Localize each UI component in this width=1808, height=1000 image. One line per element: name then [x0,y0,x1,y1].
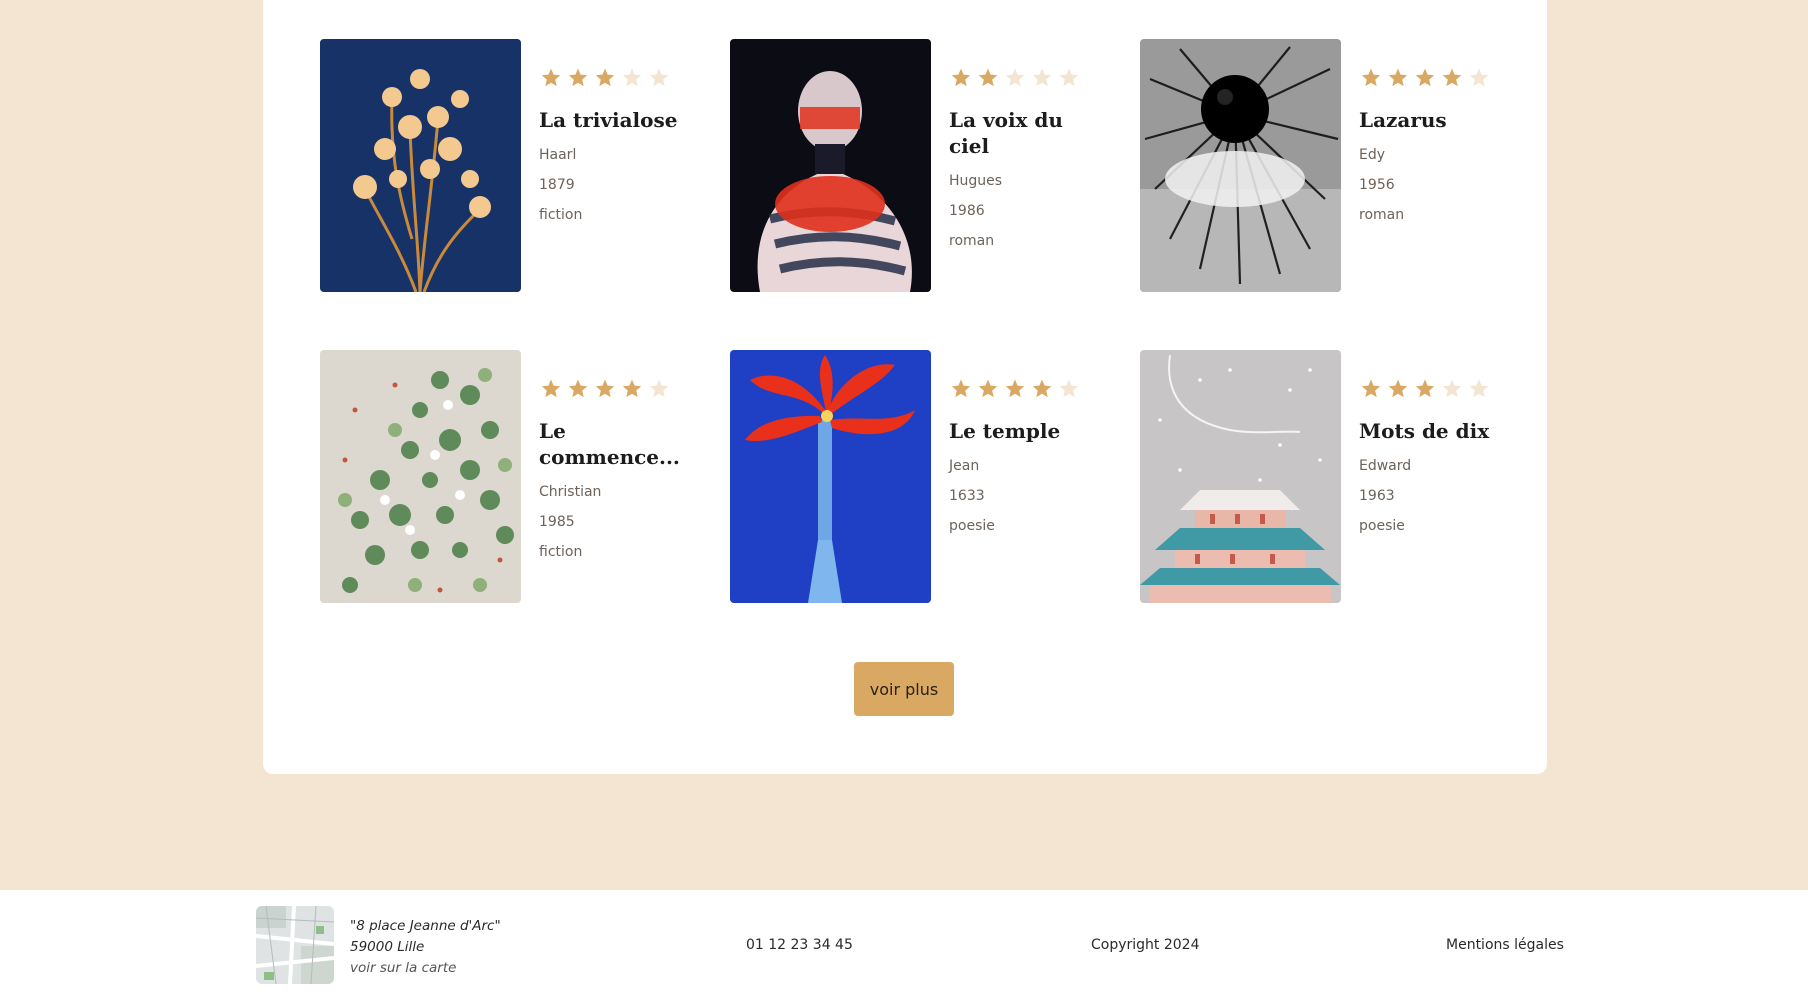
book-title[interactable]: La trivialose [539,107,689,133]
star-filled-icon [978,379,998,398]
book-year: 1985 [539,514,575,530]
book-year: 1986 [949,203,985,219]
book-genre: roman [1359,207,1405,223]
book-card[interactable]: La trivialose Haarl 1879 fiction [320,39,730,292]
book-cover-image[interactable] [1140,350,1341,603]
book-cover-image[interactable] [730,350,931,603]
book-author: Haarl [539,147,577,163]
book-author: Edward [1359,458,1412,474]
star-filled-icon [1005,379,1025,398]
star-filled-icon [541,68,561,87]
star-filled-icon [622,379,642,398]
star-filled-icon [541,379,561,398]
star-filled-icon [951,68,971,87]
book-author: Christian [539,484,602,500]
book-year: 1963 [1359,488,1395,504]
star-filled-icon [951,379,971,398]
book-author: Hugues [949,173,1003,189]
book-title[interactable]: La voix du ciel [949,107,1099,159]
rating-stars [539,66,689,90]
star-empty-icon [1059,379,1079,398]
book-genre: poesie [949,518,995,534]
footer: "8 place Jeanne d'Arc" 59000 Lille voir … [0,890,1808,1000]
book-title[interactable]: Le commence... [539,418,689,470]
book-title[interactable]: Le temple [949,418,1099,444]
star-empty-icon [1469,379,1489,398]
star-empty-icon [649,68,669,87]
book-cover-image[interactable] [320,39,521,292]
book-info: Le commence... Christian 1985 fiction [539,350,689,560]
book-card[interactable]: Le temple Jean 1633 poesie [730,350,1140,603]
star-empty-icon [1005,68,1025,87]
book-cover-image[interactable] [730,39,931,292]
map-link[interactable]: voir sur la carte [350,958,501,979]
rating-stars [1359,66,1509,90]
book-cover-image[interactable] [320,350,521,603]
book-genre: poesie [1359,518,1405,534]
book-grid: La trivialose Haarl 1879 fiction La voix… [320,39,1550,603]
star-filled-icon [595,379,615,398]
book-info: La trivialose Haarl 1879 fiction [539,39,689,223]
address-street: "8 place Jeanne d'Arc" [350,918,501,934]
book-info: Mots de dix Edward 1963 poesie [1359,350,1509,534]
star-empty-icon [1442,379,1462,398]
book-year: 1879 [539,177,575,193]
book-author: Jean [949,458,980,474]
rating-stars [539,377,689,401]
copyright-text: Copyright 2024 [1091,937,1200,953]
book-genre: fiction [539,207,583,223]
star-filled-icon [1032,379,1052,398]
load-more-button[interactable]: voir plus [854,662,954,716]
book-title[interactable]: Mots de dix [1359,418,1509,444]
book-genre: roman [949,233,995,249]
book-card[interactable]: Mots de dix Edward 1963 poesie [1140,350,1550,603]
rating-stars [949,66,1099,90]
book-cover-image[interactable] [1140,39,1341,292]
book-info: La voix du ciel Hugues 1986 roman [949,39,1099,249]
book-author: Edy [1359,147,1386,163]
book-genre: fiction [539,544,583,560]
rating-stars [949,377,1099,401]
book-year: 1956 [1359,177,1395,193]
star-filled-icon [568,68,588,87]
star-empty-icon [1059,68,1079,87]
star-empty-icon [1469,68,1489,87]
map-thumbnail[interactable] [256,906,334,984]
book-year: 1633 [949,488,985,504]
star-filled-icon [1388,68,1408,87]
book-title[interactable]: Lazarus [1359,107,1509,133]
address-city: 59000 Lille [350,939,425,955]
star-filled-icon [568,379,588,398]
book-info: Lazarus Edy 1956 roman [1359,39,1509,223]
address-block: "8 place Jeanne d'Arc" 59000 Lille voir … [350,916,501,979]
star-filled-icon [1442,68,1462,87]
star-filled-icon [595,68,615,87]
star-empty-icon [622,68,642,87]
star-filled-icon [1415,68,1435,87]
star-filled-icon [978,68,998,87]
rating-stars [1359,377,1509,401]
star-empty-icon [1032,68,1052,87]
star-filled-icon [1361,379,1381,398]
legal-notice-link[interactable]: Mentions légales [1446,936,1564,954]
book-card[interactable]: Le commence... Christian 1985 fiction [320,350,730,603]
star-filled-icon [1388,379,1408,398]
book-info: Le temple Jean 1633 poesie [949,350,1099,534]
star-filled-icon [1361,68,1381,87]
book-card[interactable]: Lazarus Edy 1956 roman [1140,39,1550,292]
phone-number[interactable]: 01 12 23 34 45 [746,936,853,954]
star-empty-icon [649,379,669,398]
star-filled-icon [1415,379,1435,398]
books-panel: La trivialose Haarl 1879 fiction La voix… [263,0,1547,774]
book-card[interactable]: La voix du ciel Hugues 1986 roman [730,39,1140,292]
